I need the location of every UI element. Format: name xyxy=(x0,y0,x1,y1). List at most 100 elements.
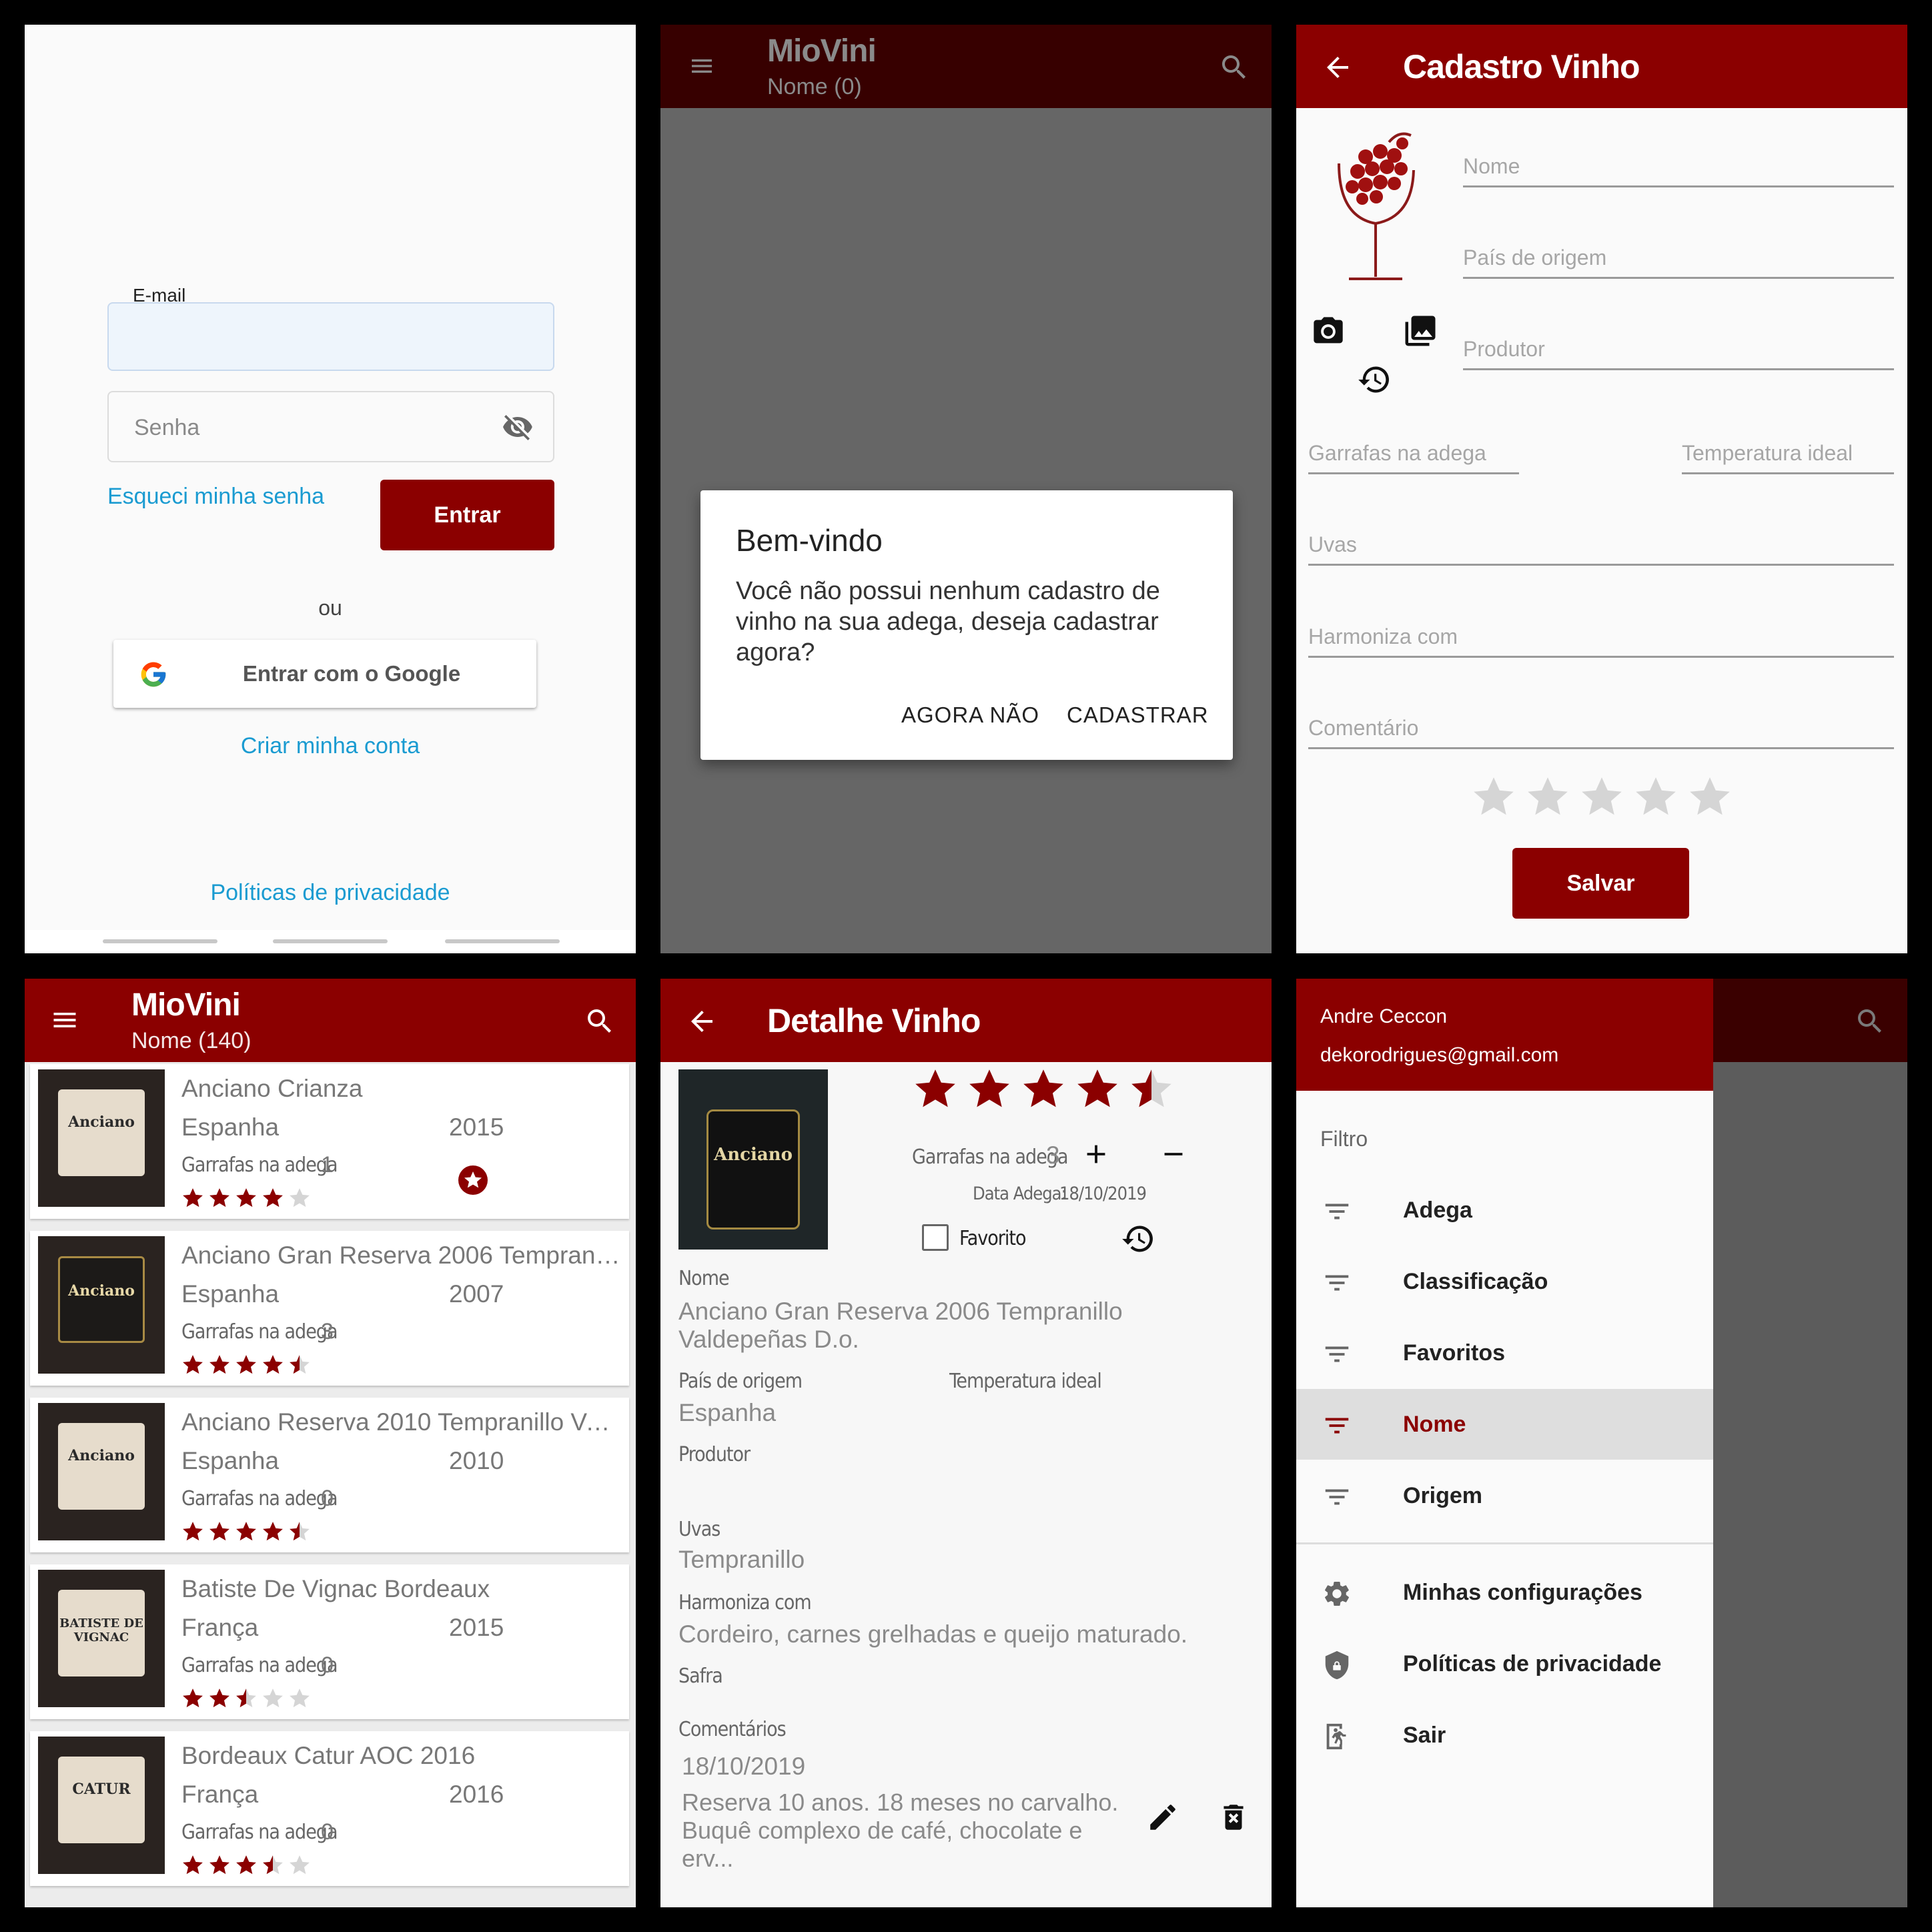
wine-name: Anciano Reserva 2010 Tempranillo Valdepe… xyxy=(181,1408,622,1436)
search-icon[interactable] xyxy=(1854,1005,1886,1037)
country-field[interactable]: País de origem xyxy=(1463,229,1894,279)
settings-item[interactable]: Minhas configurações xyxy=(1296,1557,1713,1628)
producer-field[interactable]: Produtor xyxy=(1463,321,1894,370)
edit-icon[interactable] xyxy=(1146,1801,1179,1834)
shield-icon xyxy=(1325,1650,1349,1680)
save-button[interactable]: Salvar xyxy=(1512,848,1689,919)
privacy-label: Políticas de privacidade xyxy=(1403,1651,1662,1676)
delete-icon[interactable] xyxy=(1217,1801,1250,1834)
minus-icon[interactable] xyxy=(1158,1139,1189,1169)
gallery-icon[interactable] xyxy=(1402,313,1438,349)
star-icon xyxy=(290,1855,310,1875)
wine-card[interactable]: CATUR Bordeaux Catur AOC 2016 França 201… xyxy=(30,1731,629,1886)
bottles-label: Garrafas na adega xyxy=(181,1153,338,1177)
privacy-policy-link[interactable]: Políticas de privacidade xyxy=(25,880,636,906)
filter-item-origem[interactable]: Origem xyxy=(1296,1460,1713,1531)
menu-icon[interactable] xyxy=(687,53,716,79)
filter-icon xyxy=(1325,1203,1349,1220)
welcome-screen: MioVini Nome (0) Bem-vindo Você não poss… xyxy=(660,25,1272,953)
filter-item-favoritos[interactable]: Favoritos xyxy=(1296,1318,1713,1388)
wine-rating xyxy=(181,1687,311,1713)
dialog-title: Bem-vindo xyxy=(736,523,883,558)
back-arrow-icon[interactable] xyxy=(1322,51,1354,83)
wine-card[interactable]: Anciano Anciano Gran Reserva 2006 Tempra… xyxy=(30,1231,629,1386)
star-icon xyxy=(183,1688,203,1708)
camera-icon[interactable] xyxy=(1311,314,1346,349)
nav-pill xyxy=(445,939,560,943)
wine-card[interactable]: Anciano Anciano Reserva 2010 Tempranillo… xyxy=(30,1398,629,1552)
forgot-password-link[interactable]: Esqueci minha senha xyxy=(107,484,324,510)
wine-detail-screen: Detalhe Vinho Anciano Garrafas na adega … xyxy=(660,979,1272,1907)
settings-label: Minhas configurações xyxy=(1403,1580,1642,1605)
star-icon xyxy=(263,1522,283,1541)
grapes-label: Uvas xyxy=(678,1518,720,1541)
logout-item[interactable]: Sair xyxy=(1296,1700,1713,1771)
name-field[interactable]: Nome xyxy=(1463,138,1894,187)
back-arrow-icon[interactable] xyxy=(686,1005,718,1037)
user-name: Andre Ceccon xyxy=(1320,1005,1448,1027)
wine-rating xyxy=(181,1520,311,1546)
navigation-drawer-screen: Andre Ceccon dekorodrigues@gmail.com Fil… xyxy=(1296,979,1907,1907)
wine-thumbnail: Anciano xyxy=(38,1403,165,1540)
star-icon xyxy=(209,1188,229,1208)
history-icon[interactable] xyxy=(1357,362,1392,397)
google-signin-button[interactable]: Entrar com o Google xyxy=(113,640,536,708)
bottle-label-text: CATUR xyxy=(72,1781,131,1798)
search-icon[interactable] xyxy=(1218,51,1250,83)
favorite-checkbox[interactable] xyxy=(922,1224,949,1251)
wine-card[interactable]: BATISTE DE VIGNAC Batiste De Vignac Bord… xyxy=(30,1564,629,1719)
password-placeholder: Senha xyxy=(134,415,200,440)
temperature-field[interactable]: Temperatura ideal xyxy=(1682,425,1894,474)
cellar-date-label: Data Adega: xyxy=(973,1183,1067,1204)
wine-country: Espanha xyxy=(181,1447,280,1474)
email-input[interactable] xyxy=(107,302,554,371)
filter-icon xyxy=(1325,1418,1349,1434)
wine-rating[interactable] xyxy=(913,1067,1186,1120)
star-icon xyxy=(1690,777,1730,815)
bottle-label-text: BATISTE DE VIGNAC xyxy=(59,1616,143,1644)
star-icon xyxy=(290,1688,310,1708)
nav-pill xyxy=(103,939,217,943)
eye-off-icon[interactable] xyxy=(500,411,536,443)
filter-item-nome[interactable]: Nome xyxy=(1296,1389,1713,1460)
filter-item-classificacao[interactable]: Classificação xyxy=(1296,1246,1713,1317)
history-icon[interactable] xyxy=(1121,1222,1155,1256)
menu-icon[interactable] xyxy=(49,1005,81,1035)
filter-label: Favoritos xyxy=(1403,1340,1506,1366)
drawer-header: Andre Ceccon dekorodrigues@gmail.com xyxy=(1296,979,1713,1091)
bottles-label: Garrafas na adega xyxy=(181,1320,338,1344)
wine-rating xyxy=(181,1354,311,1380)
exit-icon xyxy=(1326,1723,1346,1750)
wine-glass-icon[interactable] xyxy=(1326,123,1426,290)
filter-item-adega[interactable]: Adega xyxy=(1296,1175,1713,1246)
plus-icon[interactable] xyxy=(1081,1139,1111,1169)
wine-list-screen: MioVini Nome (140) Anciano Anciano Crian… xyxy=(25,979,636,1907)
star-icon xyxy=(236,1355,256,1374)
star-icon xyxy=(236,1855,256,1875)
create-account-link[interactable]: Criar minha conta xyxy=(25,733,636,759)
pairing-field[interactable]: Harmoniza com xyxy=(1308,608,1894,658)
rating-bar[interactable] xyxy=(1471,775,1738,828)
search-icon[interactable] xyxy=(584,1005,616,1037)
country-label: País de origem xyxy=(678,1370,803,1393)
register-button[interactable]: CADASTRAR xyxy=(1067,702,1209,728)
wine-card[interactable]: Anciano Anciano Crianza Espanha 2015 Gar… xyxy=(30,1064,629,1219)
wine-photo[interactable]: Anciano xyxy=(678,1069,828,1250)
favorite-star-badge-icon[interactable] xyxy=(457,1164,489,1196)
bottles-label: Garrafas na adega xyxy=(181,1654,338,1677)
star-icon xyxy=(183,1188,203,1208)
star-icon xyxy=(1582,777,1622,815)
star-icon xyxy=(183,1522,203,1541)
bottles-count: 0 xyxy=(321,1819,334,1845)
filter-icon xyxy=(1325,1275,1349,1291)
star-icon xyxy=(263,1188,283,1208)
logout-label: Sair xyxy=(1403,1723,1446,1748)
name-label: Nome xyxy=(678,1267,730,1290)
comment-field[interactable]: Comentário xyxy=(1308,700,1894,749)
enter-button[interactable]: Entrar xyxy=(380,480,554,550)
not-now-button[interactable]: AGORA NÃO xyxy=(901,702,1039,728)
bottles-field[interactable]: Garrafas na adega xyxy=(1308,425,1519,474)
privacy-item[interactable]: Políticas de privacidade xyxy=(1296,1628,1713,1699)
password-input[interactable]: Senha xyxy=(107,391,554,462)
grapes-field[interactable]: Uvas xyxy=(1308,516,1894,566)
